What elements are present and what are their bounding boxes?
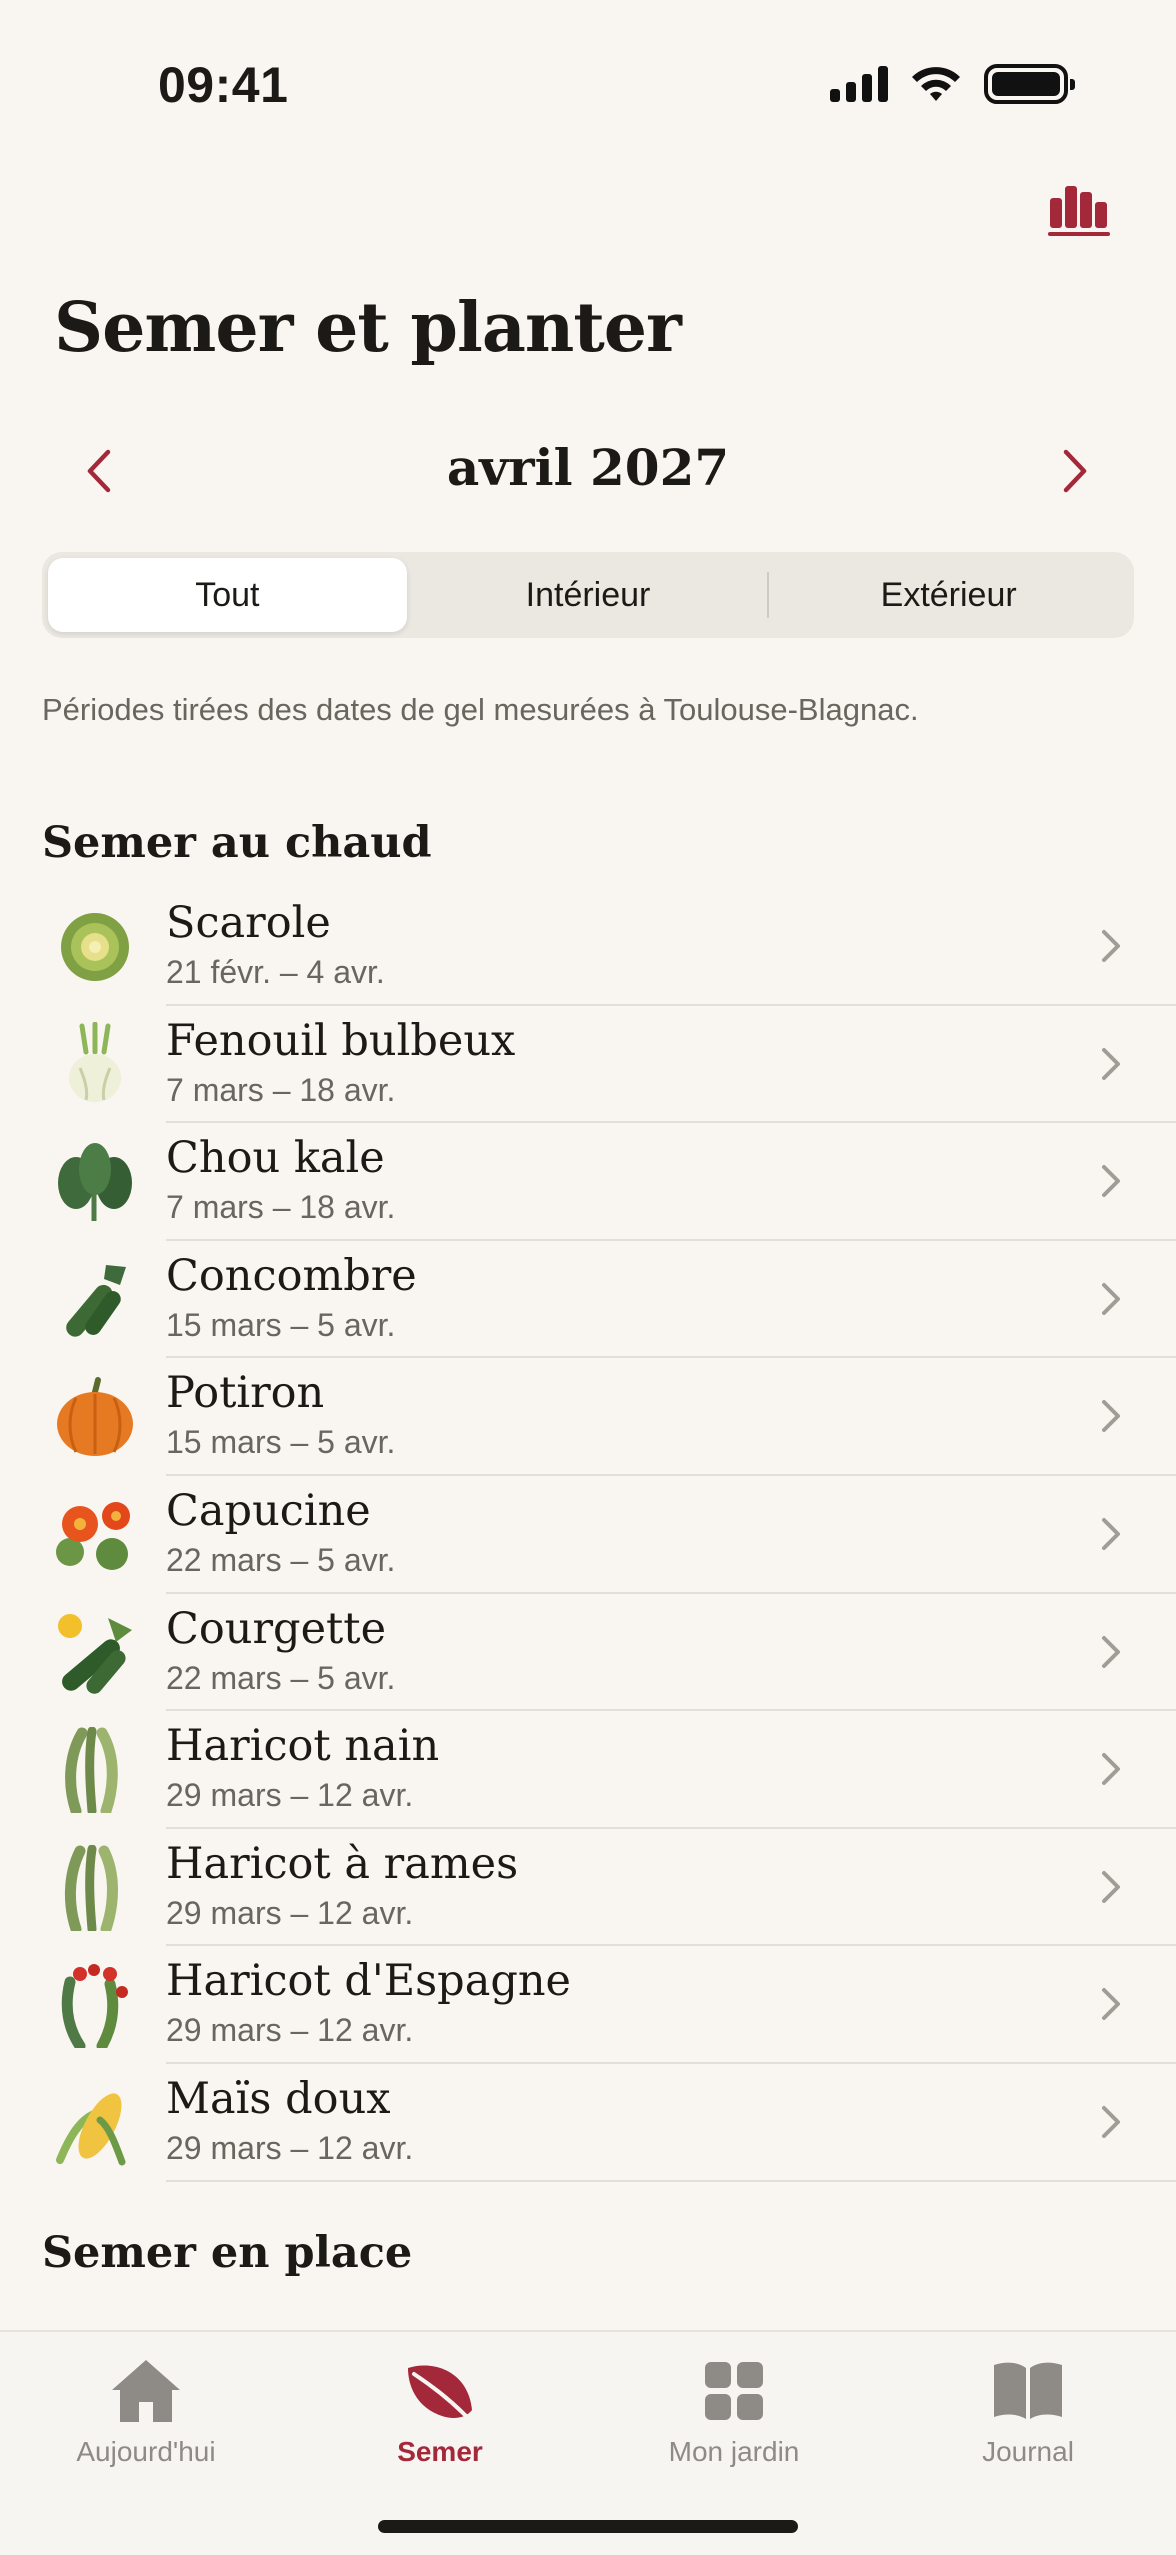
plant-name: Courgette [166,1603,387,1654]
frost-data-note: Périodes tirées des dates de gel mesurée… [42,692,919,727]
bar-chart-icon [1048,186,1110,236]
tab-today[interactable]: Aujourd'hui [36,2352,256,2468]
month-label: avril 2027 [446,438,730,497]
filter-all[interactable]: Tout [48,558,407,632]
tab-label: Semer [397,2436,483,2467]
kale-icon [58,1143,132,1222]
status-bar: 09:41 [0,0,1176,150]
plant-name: Chou kale [166,1133,385,1184]
cellular-signal-icon [830,66,888,102]
filter-indoor[interactable]: Intérieur [409,558,768,632]
wifi-icon [912,67,960,101]
plant-row[interactable]: Haricot nain 29 mars – 12 avr. [0,1711,1176,1829]
escarole-icon [61,913,129,981]
sowing-period: 29 mars – 12 avr. [166,2129,414,2166]
chevron-right-icon [1102,1635,1120,1668]
chevron-right-icon [1102,1165,1120,1198]
plant-name: Capucine [166,1485,371,1536]
filter-outdoor[interactable]: Extérieur [769,558,1128,632]
plant-name: Haricot à rames [166,1838,519,1889]
plant-list: Scarole 21 févr. – 4 avr. Fenouil bulbeux 7… [0,888,1176,2182]
location-filter: Tout Intérieur Extérieur [42,552,1134,638]
chevron-right-icon [1102,1047,1120,1080]
plant-row[interactable]: Haricot à rames 29 mars – 12 avr. [0,1829,1176,1947]
next-month-button[interactable] [1042,438,1108,504]
bean-icon [65,1727,118,1814]
plant-name: Fenouil bulbeux [166,1015,516,1066]
plant-row[interactable]: Concombre 15 mars – 5 avr. [0,1241,1176,1359]
chevron-right-icon [1102,1988,1120,2021]
runner-bean-icon [61,1964,128,2049]
plant-row[interactable]: Maïs doux 29 mars – 12 avr. [0,2064,1176,2182]
cucumber-icon [66,1264,126,1337]
plant-name: Potiron [166,1368,325,1419]
book-icon [994,2362,1062,2419]
plant-name: Concombre [166,1250,417,1301]
tab-label: Aujourd'hui [76,2436,216,2467]
leaf-icon [408,2365,472,2418]
chevron-right-icon [1063,449,1087,493]
tab-label: Journal [982,2436,1074,2467]
plant-row[interactable]: Scarole 21 févr. – 4 avr. [0,888,1176,1006]
sowing-period: 22 mars – 5 avr. [166,1659,396,1696]
grid-icon [705,2362,763,2420]
sowing-period: 29 mars – 12 avr. [166,2012,414,2049]
tab-label: Mon jardin [668,2436,800,2467]
fennel-icon [69,1021,121,1102]
plant-name: Maïs doux [166,2073,391,2124]
tab-my-garden[interactable]: Mon jardin [624,2352,844,2468]
month-navigation: avril 2027 [0,430,1176,512]
plant-row[interactable]: Chou kale 7 mars – 18 avr. [0,1123,1176,1241]
plant-name: Haricot nain [166,1721,440,1772]
sowing-period: 29 mars – 12 avr. [166,1894,414,1931]
chevron-right-icon [1102,1282,1120,1315]
page-title: Semer et planter [54,288,682,368]
sowing-period: 7 mars – 18 avr. [166,1071,396,1108]
zucchini-icon [58,1613,132,1694]
status-icons [830,64,1075,104]
plant-row[interactable]: Potiron 15 mars – 5 avr. [0,1358,1176,1476]
pole-bean-icon [64,1844,118,1931]
sowing-period: 29 mars – 12 avr. [166,1777,414,1814]
home-indicator [378,2520,798,2533]
sowing-period: 15 mars – 5 avr. [166,1424,396,1461]
nasturtium-icon [56,1501,130,1570]
stats-button[interactable] [1046,180,1116,240]
chevron-right-icon [1102,1517,1120,1550]
plant-row[interactable]: Courgette 22 mars – 5 avr. [0,1594,1176,1712]
status-time: 09:41 [158,57,289,113]
section-title-indoor-sowing: Semer au chaud [42,818,432,868]
sowing-period: 22 mars – 5 avr. [166,1541,396,1578]
chevron-right-icon [1102,1870,1120,1903]
plant-row[interactable]: Capucine 22 mars – 5 avr. [0,1476,1176,1594]
chevron-right-icon [1102,1400,1120,1433]
plant-row[interactable]: Haricot d'Espagne 29 mars – 12 avr. [0,1946,1176,2064]
tab-journal[interactable]: Journal [918,2352,1138,2468]
chevron-right-icon [1102,2105,1120,2138]
chevron-right-icon [1102,1753,1120,1786]
tab-sow[interactable]: Semer [330,2352,550,2468]
pumpkin-icon [57,1377,133,1457]
chevron-right-icon [1102,930,1120,962]
house-icon [112,2360,180,2422]
corn-icon [56,2093,126,2166]
plant-name: Haricot d'Espagne [166,1956,571,2007]
sowing-period: 21 févr. – 4 avr. [166,954,385,990]
plant-row[interactable]: Fenouil bulbeux 7 mars – 18 avr. [0,1006,1176,1124]
battery-icon [984,64,1075,104]
sowing-period: 15 mars – 5 avr. [166,1306,396,1343]
section-title-direct-sowing: Semer en place [42,2228,413,2278]
plant-name: Scarole [166,898,331,948]
sowing-period: 7 mars – 18 avr. [166,1189,396,1226]
row-separator [166,2179,1176,2182]
